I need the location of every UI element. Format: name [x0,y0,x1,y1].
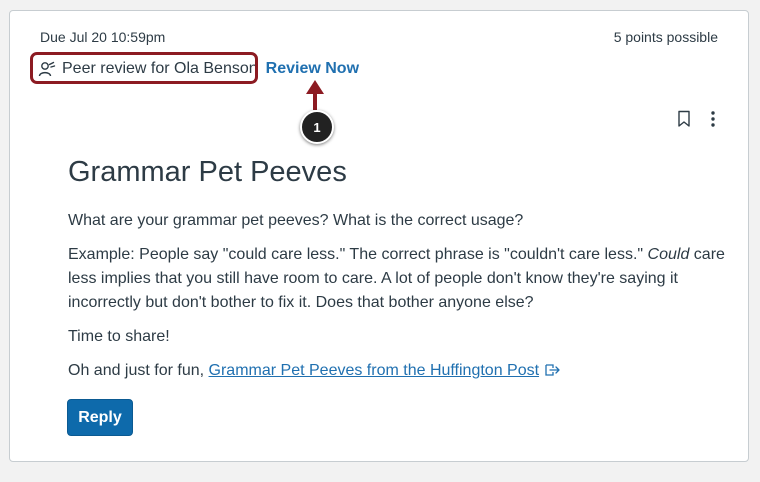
discussion-title: Grammar Pet Peeves [68,156,347,188]
annotation-arrow-line [313,88,317,110]
annotation-highlight-box [30,52,258,84]
reply-button[interactable]: Reply [67,399,133,436]
paragraph-1: What are your grammar pet peeves? What i… [68,212,524,229]
review-now-link[interactable]: Review Now [266,60,359,78]
paragraph-2: Example: People say "could care less." T… [68,243,733,315]
annotation-callout-1: 1 [300,110,334,144]
paragraph-3: Time to share! [68,328,170,345]
external-link-icon [545,364,560,376]
paragraph-2-italic: Could [647,246,690,263]
discussion-body: What are your grammar pet peeves? What i… [68,209,733,393]
paragraph-4: Oh and just for fun, Grammar Pet Peeves … [68,359,733,383]
huffington-post-link[interactable]: Grammar Pet Peeves from the Huffington P… [209,362,540,379]
kebab-menu-icon[interactable] [706,110,720,128]
due-date: Due Jul 20 10:59pm [40,29,166,45]
points-possible: 5 points possible [613,29,718,45]
bookmark-icon[interactable] [677,110,691,128]
paragraph-4-prefix: Oh and just for fun, [68,362,209,379]
paragraph-2-before: Example: People say "could care less." T… [68,246,648,263]
